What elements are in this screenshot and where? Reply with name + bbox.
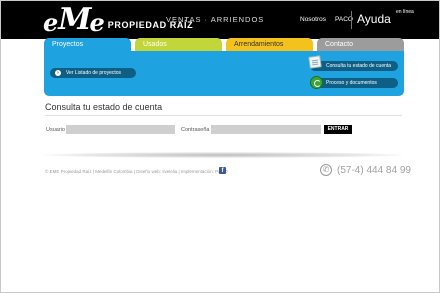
footer-text: © EME Propiedad Raíz | Medellín Colombia… [45,169,228,174]
page-title: Consulta tu estado de cuenta [45,102,163,112]
logo-letter-m: M [58,2,91,37]
page: e M e PROPIEDAD RAÍZ VENTAS · ARRIENDOS … [0,0,440,293]
ver-listado-button[interactable]: › Ver Listado de proyectos [50,68,136,78]
entrar-button[interactable]: ENTRAR [324,125,352,134]
logo-letter-e2: e [89,8,105,37]
contrasena-input[interactable] [211,125,321,134]
proyectos-panel: › Ver Listado de proyectos Consulta tu e… [44,51,404,96]
header-divider [351,11,352,29]
phone-number: (57-4) 444 84 99 [337,165,411,176]
logo-letter-e: e [43,8,59,37]
ayuda-sub: en línea [396,9,414,15]
tagline: VENTAS · ARRIENDOS [166,15,265,24]
phone-icon: ✆ [320,164,332,176]
title-divider [45,115,402,116]
document-icon [308,55,322,69]
process-icon [310,76,323,89]
consulta-estado-button[interactable]: Consulta tu estado de cuenta [310,61,398,71]
arrow-right-icon: › [55,70,61,76]
ayuda-link[interactable]: Ayuda [357,12,391,26]
usuario-input[interactable] [66,125,175,134]
top-nav: Nosotros PACO [300,16,353,23]
proceso-documentos-label: Proceso y documentos [326,80,377,86]
ver-listado-label: Ver Listado de proyectos [66,70,122,76]
nav-nosotros[interactable]: Nosotros [300,16,326,23]
proceso-documentos-button[interactable]: Proceso y documentos [310,78,398,88]
footer-shadow [43,152,403,158]
consulta-estado-label: Consulta tu estado de cuenta [326,63,392,69]
header: e M e PROPIEDAD RAÍZ VENTAS · ARRIENDOS … [1,1,439,39]
usuario-label: Usuario [46,127,65,133]
facebook-icon[interactable]: f [219,167,226,174]
contrasena-label: Contraseña [181,127,210,133]
